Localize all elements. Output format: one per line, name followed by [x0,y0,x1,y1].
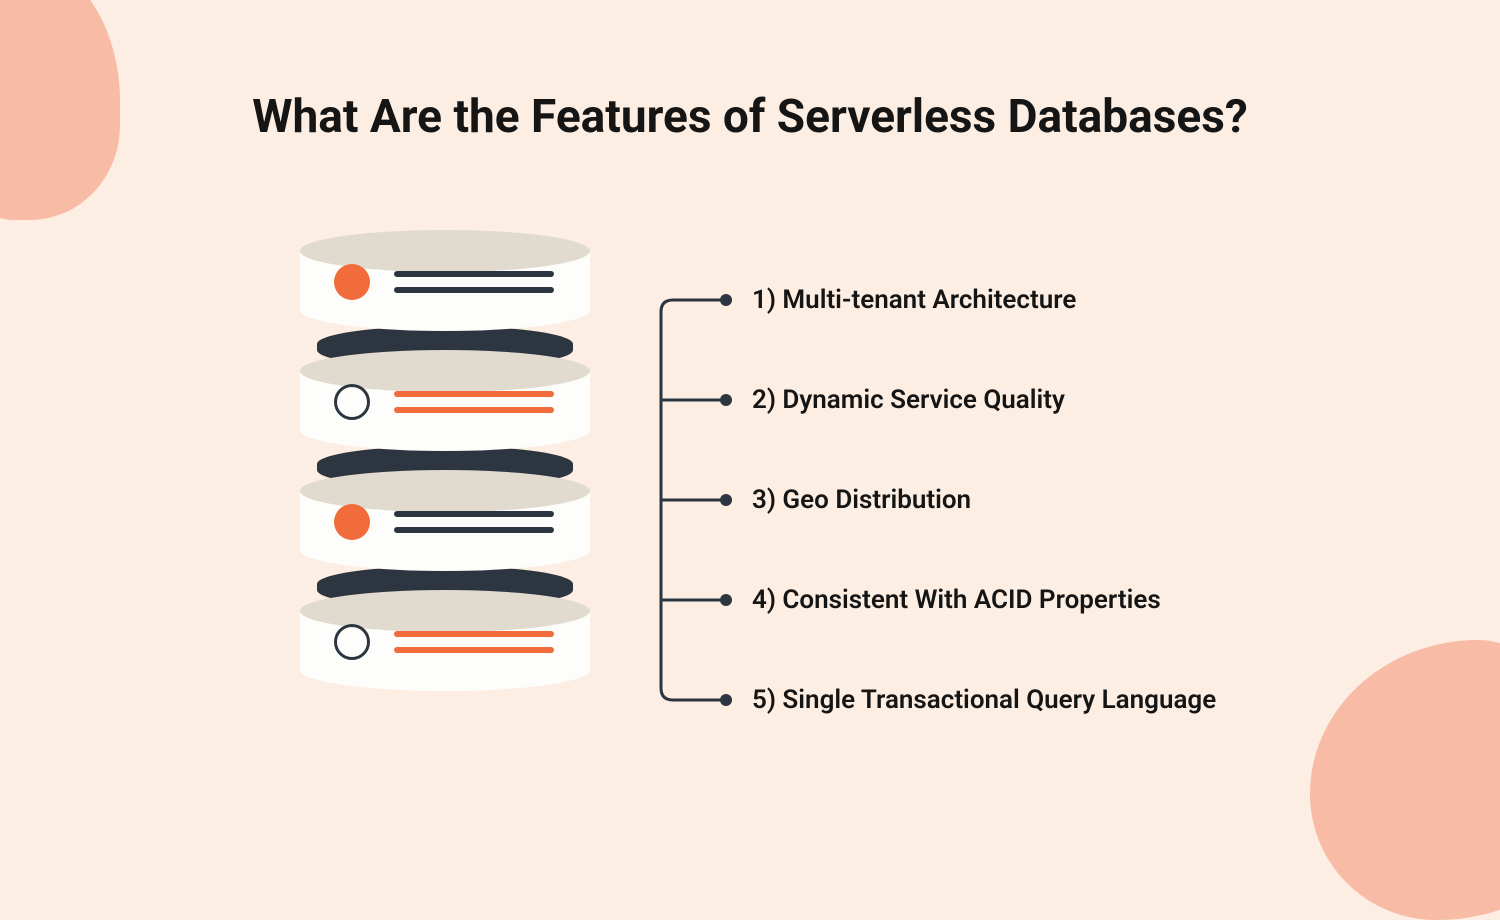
database-stack-icon [300,230,590,710]
bullet-icon [720,494,732,506]
feature-label: 5) Single Transactional Query Language [752,685,1216,715]
feature-label: 4) Consistent With ACID Properties [752,585,1161,615]
page-title: What Are the Features of Serverless Data… [0,90,1500,144]
list-item: 4) Consistent With ACID Properties [720,550,1216,650]
bullet-icon [720,394,732,406]
bullet-icon [720,294,732,306]
feature-label: 1) Multi-tenant Architecture [752,285,1076,315]
feature-label: 3) Geo Distribution [752,485,971,515]
disk-dot-icon [334,624,370,660]
decorative-blob-bottom-right [1310,640,1500,920]
disk-dot-icon [334,504,370,540]
list-item: 1) Multi-tenant Architecture [720,250,1216,350]
list-item: 2) Dynamic Service Quality [720,350,1216,450]
disk-dot-icon [334,384,370,420]
feature-list: 1) Multi-tenant Architecture 2) Dynamic … [720,250,1216,750]
disk-dot-icon [334,264,370,300]
bullet-icon [720,594,732,606]
bullet-icon [720,694,732,706]
feature-label: 2) Dynamic Service Quality [752,385,1065,415]
list-item: 3) Geo Distribution [720,450,1216,550]
list-item: 5) Single Transactional Query Language [720,650,1216,750]
